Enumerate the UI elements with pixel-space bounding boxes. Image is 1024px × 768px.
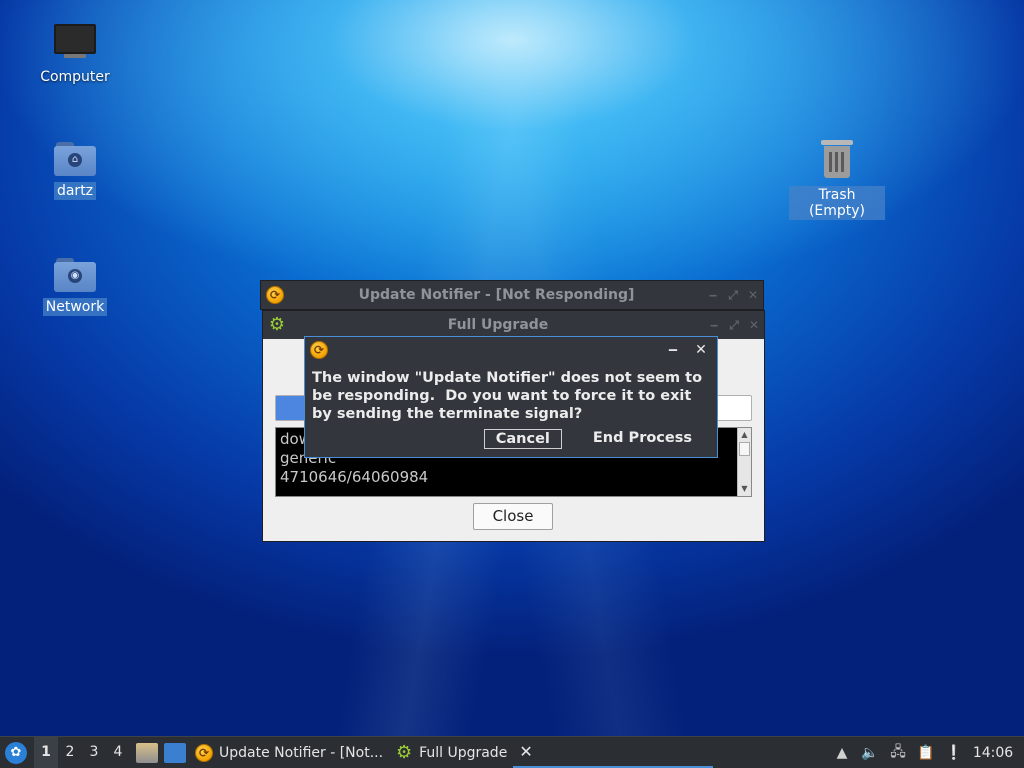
desktop-icon-label: dartz [53,182,97,200]
volume-icon[interactable]: 🔈 [859,745,881,761]
gear-icon: ⚙ [268,314,286,335]
desktop-icon-trash[interactable]: Trash (Empty) [789,138,885,220]
task-label: Update Notifier - [Not... [219,744,384,761]
minimize-button[interactable]: ‒ [703,288,723,302]
scroll-down-arrow-icon[interactable]: ▼ [738,482,751,496]
workspace-4[interactable]: 4 [106,737,130,768]
desktop-icon-home[interactable]: ⌂ dartz [27,142,123,200]
update-notifier-icon: ⟳ [266,286,284,304]
workspace-2[interactable]: 2 [58,737,82,768]
dialog-titlebar[interactable]: ⟳ ‒ ✕ [305,337,717,363]
minimize-button[interactable]: ‒ [704,318,724,332]
computer-icon [54,24,96,58]
home-folder-icon: ⌂ [54,142,96,176]
maximize-button[interactable]: ⤢ [723,288,743,303]
update-notifier-icon: ⟳ [310,341,328,359]
taskbar-task-dialog[interactable]: ✕ [513,737,714,768]
close-window-button[interactable]: ✕ [743,288,763,302]
not-responding-dialog[interactable]: ⟳ ‒ ✕ The window "Update Notifier" does … [304,336,718,458]
taskbar-task-full-upgrade[interactable]: ⚙ Full Upgrade [389,737,513,768]
scroll-thumb[interactable] [739,442,750,456]
update-notifier-window[interactable]: ⟳ Update Notifier - [Not Responding] ‒ ⤢… [260,280,764,310]
close-icon: ✕ [519,742,533,761]
close-window-button[interactable]: ✕ [744,318,764,332]
desktop-icon-computer[interactable]: Computer [27,24,123,86]
cancel-button[interactable]: Cancel [483,429,562,449]
window-title: Update Notifier - [Not Responding] [358,287,635,303]
update-notifier-icon: ⟳ [195,743,213,762]
full-upgrade-titlebar[interactable]: ⚙ Full Upgrade ‒ ⤢ ✕ [263,311,764,339]
clipboard-icon[interactable]: 📋 [915,745,937,761]
close-button[interactable]: Close [473,503,553,530]
app-menu-icon[interactable]: ✿ [5,741,27,764]
taskbar: ✿ 1 2 3 4 ⟳ Update Notifier - [Not... ⚙ … [0,736,1024,768]
desktop-icon-label: Network [42,298,108,316]
clock[interactable]: 14:06 [968,745,1018,761]
log-scrollbar[interactable]: ▲ ▼ [737,428,751,496]
desktop-icon-label: Trash (Empty) [789,186,885,220]
end-process-button[interactable]: End Process [582,429,703,449]
system-tray: ▲ 🔈 🖧 📋 ❕ 14:06 [828,737,1024,768]
taskbar-task-update-notifier[interactable]: ⟳ Update Notifier - [Not... [189,737,389,768]
trash-icon [821,138,853,178]
desktop-icon-network[interactable]: ◉ Network [27,258,123,316]
workspace-1[interactable]: 1 [34,737,58,768]
workspace-3[interactable]: 3 [82,737,106,768]
update-notifier-titlebar[interactable]: ⟳ Update Notifier - [Not Responding] ‒ ⤢… [261,281,763,309]
network-folder-icon: ◉ [54,258,96,292]
network-icon[interactable]: 🖧 [887,741,909,765]
desktop-icon-label: Computer [40,69,110,85]
window-title: Full Upgrade [447,317,549,333]
maximize-button[interactable]: ⤢ [724,318,744,333]
task-label: Full Upgrade [419,744,508,761]
update-alert-icon[interactable]: ❕ [943,745,965,761]
scroll-up-arrow-icon[interactable]: ▲ [738,428,751,442]
show-desktop-icon[interactable] [164,742,186,763]
log-line: 4710646/64060984 [280,468,429,486]
gear-icon: ⚙ [395,741,413,763]
dialog-message: The window "Update Notifier" does not se… [312,370,703,422]
tray-arrow-icon[interactable]: ▲ [831,745,853,761]
close-dialog-button[interactable]: ✕ [687,342,715,358]
minimize-button[interactable]: ‒ [659,342,687,358]
file-manager-launcher-icon[interactable] [136,742,158,763]
